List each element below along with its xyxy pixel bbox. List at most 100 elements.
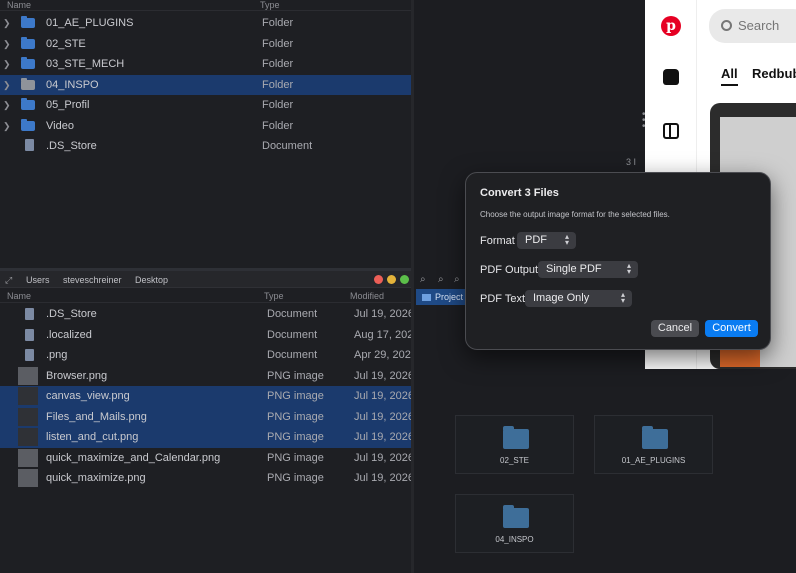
- close-button[interactable]: [374, 275, 383, 284]
- file-name: Video: [46, 120, 74, 132]
- file-type: Folder: [262, 38, 294, 50]
- table-row[interactable]: .DS_Store Document Jul 19, 2026: [0, 304, 411, 325]
- canvas-toolbar: ⌕ ⌕ ⌕: [414, 271, 466, 288]
- minimize-button[interactable]: [387, 275, 396, 284]
- chevron-right-icon[interactable]: ❯: [3, 121, 11, 131]
- image-thumbnail: [18, 449, 38, 467]
- path-bar: ⤢ Users steveschreiner Desktop: [0, 271, 411, 288]
- folder-icon: [21, 16, 35, 28]
- image-thumbnail: [18, 367, 38, 385]
- file-date: Jul 19, 2026: [354, 370, 411, 382]
- list-item[interactable]: ❯ 02_STE Folder: [0, 34, 411, 54]
- project-chip[interactable]: Project: [416, 289, 466, 305]
- table-row[interactable]: .png Document Apr 29, 2026: [0, 345, 411, 366]
- table-row-selected[interactable]: canvas_view.png PNG image Jul 19, 2026: [0, 386, 411, 407]
- table-row-selected[interactable]: Files_and_Mails.png PNG image Jul 19, 20…: [0, 407, 411, 428]
- path-segment[interactable]: Desktop: [135, 275, 168, 285]
- chevron-up-down-icon: ▴ ▾: [626, 261, 631, 276]
- path-segment[interactable]: Users: [26, 275, 50, 285]
- list-item[interactable]: ❯ Video Folder: [0, 116, 411, 136]
- tab-all[interactable]: All: [721, 66, 738, 86]
- list-item[interactable]: ❯ 03_STE_MECH Folder: [0, 54, 411, 74]
- image-thumbnail: [18, 387, 38, 405]
- chevron-right-icon[interactable]: ❯: [3, 100, 11, 110]
- folder-icon: [21, 98, 35, 110]
- file-type: Document: [262, 140, 313, 152]
- column-type-header[interactable]: Type: [264, 291, 284, 301]
- table-row[interactable]: Browser.png PNG image Jul 19, 2026: [0, 366, 411, 387]
- file-type: Folder: [262, 79, 294, 91]
- file-name: Files_and_Mails.png: [46, 411, 147, 423]
- count-label: 3 I: [626, 157, 637, 167]
- convert-button[interactable]: Convert: [705, 320, 758, 337]
- image-thumbnail: [18, 469, 38, 487]
- table-row-selected[interactable]: listen_and_cut.png PNG image Jul 19, 202…: [0, 427, 411, 448]
- chevron-up-down-icon: ▴ ▾: [564, 232, 569, 247]
- zoom-out-icon[interactable]: ⌕: [454, 274, 460, 285]
- dashboard-icon[interactable]: [663, 123, 679, 139]
- zoom-in-icon[interactable]: ⌕: [438, 274, 444, 285]
- file-date: Jul 19, 2026: [354, 308, 411, 320]
- path-segment[interactable]: steveschreiner: [63, 275, 122, 285]
- chevron-right-icon[interactable]: ❯: [3, 39, 11, 49]
- file-name: quick_maximize.png: [46, 472, 146, 484]
- file-type: Folder: [262, 99, 294, 111]
- list-item[interactable]: .DS_Store Document: [0, 136, 411, 156]
- chevron-right-icon[interactable]: ❯: [3, 59, 11, 69]
- file-name: canvas_view.png: [46, 390, 130, 402]
- folder-icon: [21, 78, 35, 90]
- column-header: Name Type Modified: [0, 288, 411, 303]
- pdf-output-select[interactable]: Single PDF ▴ ▾: [538, 261, 638, 278]
- home-icon[interactable]: [663, 69, 679, 85]
- file-date: Jul 19, 2026: [354, 431, 411, 443]
- canvas-folder-card[interactable]: 04_INSPO: [455, 494, 574, 553]
- folder-icon: [503, 505, 529, 528]
- search-input[interactable]: Search: [709, 9, 796, 43]
- search-icon[interactable]: ⌕: [420, 274, 426, 285]
- list-item[interactable]: ❯ 05_Profil Folder: [0, 95, 411, 115]
- canvas-folder-card[interactable]: 01_AE_PLUGINS: [594, 415, 713, 474]
- column-name-header[interactable]: Name: [7, 291, 31, 301]
- tab-redbubble[interactable]: Redbub: [752, 66, 796, 81]
- cancel-button[interactable]: Cancel: [651, 320, 699, 337]
- file-name: .DS_Store: [46, 140, 97, 152]
- finder-pane-bottom: ⤢ Users steveschreiner Desktop Name Type…: [0, 271, 411, 573]
- folder-icon: [21, 119, 35, 131]
- pinterest-logo-icon[interactable]: p: [661, 16, 681, 36]
- file-date: Jul 19, 2026: [354, 411, 411, 423]
- format-label: Format: [480, 235, 515, 247]
- table-row[interactable]: quick_maximize_and_Calendar.png PNG imag…: [0, 448, 411, 469]
- zoom-button[interactable]: [400, 275, 409, 284]
- canvas-folder-card[interactable]: 02_STE: [455, 415, 574, 474]
- folder-icon: [422, 294, 431, 302]
- table-row[interactable]: .localized Document Aug 17, 2025: [0, 325, 411, 346]
- format-value: PDF: [525, 234, 547, 246]
- file-name: 04_INSPO: [46, 79, 99, 91]
- file-type: Folder: [262, 17, 294, 29]
- file-date: Aug 17, 2025: [354, 329, 411, 341]
- chevron-up-down-icon: ▴ ▾: [620, 290, 625, 305]
- pdf-text-select[interactable]: Image Only ▴ ▾: [525, 290, 632, 307]
- file-name: .DS_Store: [46, 308, 97, 320]
- column-name-header[interactable]: Name: [7, 0, 31, 10]
- file-kind: PNG image: [267, 472, 324, 484]
- list-item[interactable]: ❯ 01_AE_PLUGINS Folder: [0, 13, 411, 33]
- collapse-icon[interactable]: ⤢: [5, 275, 12, 286]
- file-name: 05_Profil: [46, 99, 90, 111]
- table-row[interactable]: quick_maximize.png PNG image Jul 19, 202…: [0, 468, 411, 489]
- chevron-right-icon[interactable]: ❯: [3, 80, 11, 90]
- list-item-selected[interactable]: ❯ 04_INSPO Folder: [0, 75, 411, 95]
- folder-icon: [21, 37, 35, 49]
- format-select[interactable]: PDF ▴ ▾: [517, 232, 576, 249]
- column-header: Name Type: [0, 0, 411, 11]
- file-kind: PNG image: [267, 452, 324, 464]
- pdf-output-label: PDF Output: [480, 264, 539, 276]
- file-type: Folder: [262, 120, 294, 132]
- column-modified-header[interactable]: Modified: [350, 291, 384, 301]
- file-name: listen_and_cut.png: [46, 431, 139, 443]
- document-icon: [25, 329, 34, 341]
- column-type-header[interactable]: Type: [260, 0, 280, 10]
- chevron-right-icon[interactable]: ❯: [3, 18, 11, 28]
- file-kind: PNG image: [267, 370, 324, 382]
- file-date: Jul 19, 2026: [354, 472, 411, 484]
